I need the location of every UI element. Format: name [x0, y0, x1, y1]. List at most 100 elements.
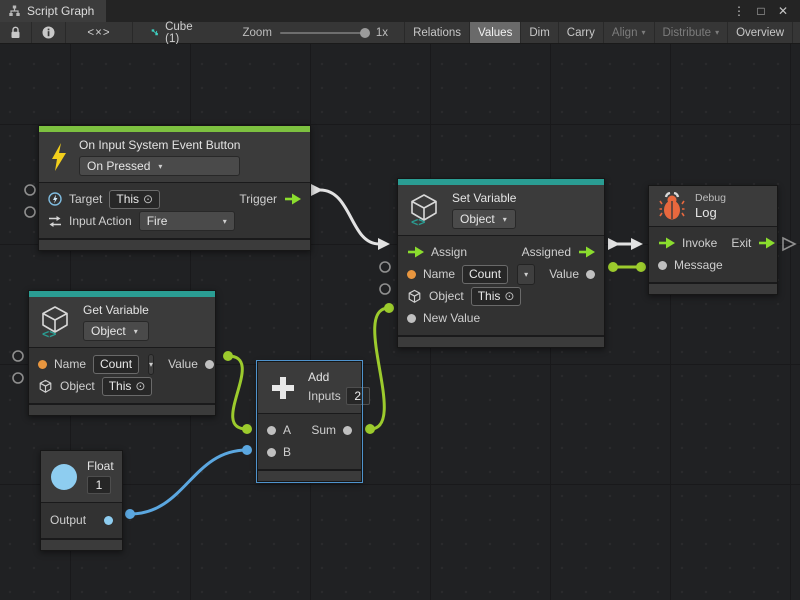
a-input-port[interactable]: [267, 426, 276, 435]
trigger-output-port[interactable]: [284, 193, 301, 205]
object-value-field[interactable]: This ⊙: [471, 287, 522, 306]
wire-endpoint: [608, 262, 618, 272]
wire-endpoint: [223, 351, 233, 361]
tab-title: Script Graph: [27, 4, 94, 18]
tab-script-graph[interactable]: Script Graph: [0, 0, 106, 22]
toolbar-button-overview[interactable]: Overview: [728, 22, 793, 43]
script-graph-icon: [8, 5, 21, 17]
name-value-field[interactable]: Count: [93, 355, 139, 374]
output-port[interactable]: [104, 516, 113, 525]
connection-end-arrow: [631, 238, 643, 250]
node-add[interactable]: Add Inputs 2 A Sum B: [257, 361, 362, 482]
assigned-output-port[interactable]: [578, 246, 595, 258]
more-options-icon[interactable]: ⋮: [730, 4, 748, 18]
node-debug-log[interactable]: Debug Log Invoke Exit: [648, 185, 778, 295]
node-title: Add: [308, 370, 370, 384]
lock-button[interactable]: [0, 22, 32, 43]
wire-endpoint: [242, 445, 252, 455]
toolbar-button-dim[interactable]: Dim: [521, 22, 558, 43]
node-footer: [649, 282, 777, 294]
sum-output-port[interactable]: [343, 426, 352, 435]
toolbar-button-distribute[interactable]: Distribute ▾: [655, 22, 729, 43]
new-value-input-port[interactable]: [407, 314, 416, 323]
connection-start-arrow: [608, 238, 620, 250]
assign-input-port[interactable]: [407, 246, 424, 258]
node-title: On Input System Event Button: [79, 138, 240, 152]
graph-toolbar: <×> Cube (1) Zoom 1x Relations Values Di…: [0, 22, 800, 44]
name-value-field[interactable]: Count: [462, 265, 508, 284]
target-value-field[interactable]: This ⊙: [109, 190, 160, 209]
node-title: Get Variable: [83, 303, 149, 317]
b-input-port[interactable]: [267, 448, 276, 457]
wire-endpoint: [636, 262, 646, 272]
graph-target-icon: [151, 27, 160, 39]
graph-target-label: Cube (1): [165, 21, 196, 45]
connection-float-b[interactable]: [130, 450, 247, 514]
invoke-input-port[interactable]: [658, 237, 675, 249]
unconnected-flow-port[interactable]: [783, 238, 795, 250]
plus-icon: [268, 373, 298, 403]
svg-text:<>: <>: [411, 215, 425, 227]
value-output-port[interactable]: [205, 360, 214, 369]
wire-endpoint: [125, 509, 135, 519]
title-bar: Script Graph ⋮ □ ✕: [0, 0, 800, 22]
unconnected-port[interactable]: [13, 373, 23, 383]
name-input-port[interactable]: [407, 270, 416, 279]
code-view-icon: <×>: [87, 27, 110, 39]
graph-target[interactable]: Cube (1): [151, 22, 197, 43]
inputs-count-field[interactable]: 2: [346, 387, 370, 405]
name-input-port[interactable]: [38, 360, 47, 369]
object-cube-icon: [38, 379, 53, 394]
wire-endpoint: [384, 303, 394, 313]
node-set-variable[interactable]: <> Set Variable Object ▾ Assign: [397, 178, 605, 348]
node-get-variable[interactable]: <> Get Variable Object ▾ Name Count ▾: [28, 290, 216, 416]
unconnected-port[interactable]: [25, 207, 35, 217]
maximize-icon[interactable]: □: [752, 4, 770, 18]
unconnected-port[interactable]: [25, 185, 35, 195]
node-footer: [398, 335, 604, 347]
chevron-down-icon: ▾: [223, 217, 227, 226]
toolbar-button-align[interactable]: Align ▾: [604, 22, 655, 43]
unconnected-port[interactable]: [13, 351, 23, 361]
chevron-down-icon: ▾: [158, 162, 162, 171]
message-input-port[interactable]: [658, 261, 667, 270]
toolbar-button-fullscreen[interactable]: Full Screen: [793, 22, 800, 43]
unconnected-port[interactable]: [380, 262, 390, 272]
inspect-button[interactable]: [32, 22, 66, 43]
variable-scope-dropdown[interactable]: Object ▾: [83, 321, 149, 341]
window-controls: ⋮ □ ✕: [730, 0, 800, 22]
input-action-dropdown[interactable]: Fire ▾: [139, 211, 235, 231]
connection-getvalue-a[interactable]: [228, 356, 247, 429]
exit-output-port[interactable]: [758, 237, 775, 249]
connection-trigger-assign[interactable]: [320, 190, 379, 244]
connection-end-arrow: [378, 238, 390, 250]
float-value-field[interactable]: 1: [87, 476, 111, 494]
node-title: Float: [87, 459, 114, 473]
target-icon: ⊙: [135, 379, 145, 393]
target-icon: ⊙: [504, 289, 514, 303]
value-output-port[interactable]: [586, 270, 595, 279]
node-float[interactable]: Float 1 Output: [40, 450, 123, 551]
unconnected-port[interactable]: [380, 284, 390, 294]
svg-text:<>: <>: [42, 327, 56, 339]
toolbar-button-carry[interactable]: Carry: [559, 22, 604, 43]
node-on-input-system-event-button[interactable]: On Input System Event Button On Pressed …: [38, 125, 311, 251]
lightning-bolt-icon: [49, 143, 69, 171]
toolbar-button-values[interactable]: Values: [470, 22, 521, 43]
connection-sum-newvalue[interactable]: [370, 308, 389, 429]
graph-canvas[interactable]: On Input System Event Button On Pressed …: [0, 44, 800, 600]
code-view-button[interactable]: <×>: [66, 22, 133, 43]
chevron-down-icon: ▾: [715, 29, 719, 37]
variable-scope-dropdown[interactable]: Object ▾: [452, 209, 516, 229]
connection-start-arrow: [311, 184, 323, 196]
name-dropdown-button[interactable]: ▾: [517, 264, 535, 285]
name-dropdown-button[interactable]: ▾: [148, 354, 154, 375]
close-icon[interactable]: ✕: [774, 4, 792, 18]
zoom-slider[interactable]: [280, 32, 368, 34]
event-mode-dropdown[interactable]: On Pressed ▾: [79, 156, 240, 176]
object-value-field[interactable]: This ⊙: [102, 377, 153, 396]
toolbar-button-relations[interactable]: Relations: [405, 22, 470, 43]
node-category: Debug: [695, 192, 726, 204]
input-system-icon: [48, 192, 62, 206]
zoom-slider-handle[interactable]: [360, 28, 370, 38]
